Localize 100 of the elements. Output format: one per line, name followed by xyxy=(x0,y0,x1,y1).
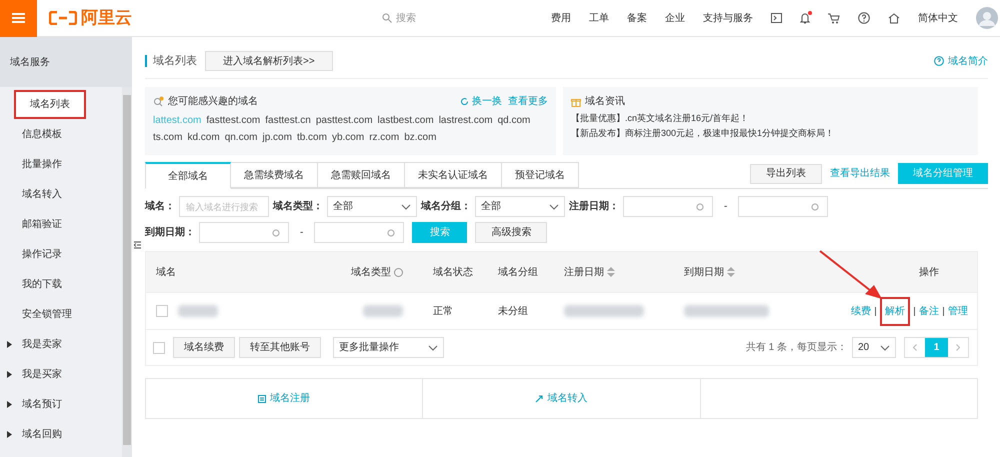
bulk-action-button[interactable]: 域名续费 xyxy=(173,337,235,358)
nav-link[interactable]: 企业 xyxy=(665,10,685,26)
domain-suggestion-link[interactable]: lastbest.com xyxy=(378,113,434,128)
resolve-list-button[interactable]: 进入域名解析列表>> xyxy=(205,51,333,71)
page-title: 域名列表 xyxy=(153,54,197,69)
column-header[interactable]: 到期日期 xyxy=(684,264,724,280)
sidebar-item[interactable]: 安全锁管理 xyxy=(22,306,72,322)
sidebar-item[interactable]: 域名列表 xyxy=(14,90,86,118)
sidebar-item[interactable]: 邮箱验证 xyxy=(22,216,62,232)
sidebar-item[interactable]: 操作记录 xyxy=(22,246,62,262)
sort-icon[interactable] xyxy=(607,267,615,277)
page-size-select[interactable]: 20 xyxy=(852,337,896,358)
home-icon[interactable] xyxy=(888,12,900,24)
chevron-left-icon xyxy=(913,344,917,351)
group-select[interactable]: 全部 xyxy=(475,196,565,217)
tab[interactable]: 急需赎回域名 xyxy=(318,162,405,188)
nav-link[interactable]: 工单 xyxy=(589,10,609,26)
domain-search-field[interactable]: 输入域名进行搜索 xyxy=(179,196,269,217)
domain-suggestion-link[interactable]: bz.com xyxy=(404,130,436,145)
logo-text: 阿里云 xyxy=(81,7,132,30)
refresh-icon xyxy=(460,97,469,106)
search-field[interactable]: 搜索 xyxy=(396,10,456,26)
bulk-action-button[interactable]: 转至其他账号 xyxy=(239,337,321,358)
row-checkbox[interactable] xyxy=(156,305,168,317)
date-field[interactable] xyxy=(314,222,404,243)
bell-icon[interactable] xyxy=(800,12,810,24)
date-field[interactable] xyxy=(199,222,289,243)
domain-suggestion-link[interactable]: jp.com xyxy=(262,130,292,145)
domain-suggestion-link[interactable]: kd.com xyxy=(187,130,220,145)
column-header: 域名分组 xyxy=(498,266,538,280)
domain-suggestion-link[interactable]: ts.com xyxy=(153,130,182,145)
terminal-icon[interactable] xyxy=(771,13,782,23)
bulk-more-select[interactable]: 更多批量操作 xyxy=(333,337,444,358)
tab[interactable]: 预登记域名 xyxy=(502,162,579,188)
domain-suggestion-link[interactable]: qn.com xyxy=(224,130,258,145)
domain-suggestion-link[interactable]: yb.com xyxy=(332,130,364,145)
advanced-search-button[interactable]: 高级搜索 xyxy=(475,222,548,243)
nav-link[interactable]: 费用 xyxy=(551,10,571,26)
sidebar-item[interactable]: 域名转入 xyxy=(22,186,62,202)
caret-right-icon xyxy=(7,370,12,378)
suggest-title: 您可能感兴趣的域名 xyxy=(168,94,258,109)
chevron-down-icon xyxy=(549,204,559,210)
sort-icon[interactable] xyxy=(727,267,735,277)
column-header[interactable]: 注册日期 xyxy=(564,264,604,280)
sidebar-item[interactable]: 信息模板 xyxy=(22,126,62,142)
tab[interactable]: 急需续费域名 xyxy=(231,162,318,188)
filter-label: 域名类型： xyxy=(273,200,323,214)
avatar[interactable] xyxy=(976,7,998,29)
date-field[interactable] xyxy=(738,196,828,217)
sidebar-item[interactable]: 我是卖家 xyxy=(22,336,62,352)
domain-suggestion-link[interactable]: fasttest.cn xyxy=(265,113,311,128)
domain-suggestion-link[interactable]: tb.com xyxy=(296,130,327,145)
register-icon xyxy=(258,394,266,402)
menu-button[interactable] xyxy=(0,0,37,36)
tab[interactable]: 未实名认证域名 xyxy=(405,162,502,188)
filter-label: 到期日期： xyxy=(145,226,195,240)
sidebar-item[interactable]: 域名回购 xyxy=(22,426,62,442)
export-button[interactable]: 导出列表 xyxy=(750,164,822,184)
link-icon xyxy=(535,394,544,402)
chevron-down-icon xyxy=(401,204,411,210)
sidebar-item[interactable]: 批量操作 xyxy=(22,156,62,172)
menu-icon xyxy=(12,13,25,23)
news-title: 域名资讯 xyxy=(585,94,625,109)
filter-label: 域名： xyxy=(145,200,175,214)
date-separator: - xyxy=(299,226,304,240)
filter-label: 域名分组： xyxy=(421,200,471,214)
domain-suggestion-link[interactable]: rz.com xyxy=(369,130,400,145)
date-separator: - xyxy=(723,200,728,214)
domain-suggestion-link[interactable]: fasttest.com xyxy=(206,113,260,128)
domain-suggestion-link[interactable]: qd.com xyxy=(498,113,530,128)
gift-icon xyxy=(571,96,581,106)
tab[interactable]: 全部域名 xyxy=(145,162,231,189)
blurred-text xyxy=(363,305,403,317)
sidebar-title: 域名服务 xyxy=(10,56,50,70)
news-item[interactable]: 【新品发布】商标注册300元起，极速申报最快1分钟提交商标局！ xyxy=(571,126,970,141)
chevron-down-icon xyxy=(428,344,438,350)
column-header: 域名 xyxy=(156,266,176,280)
search-icon xyxy=(382,13,392,23)
column-header: 域名状态 xyxy=(433,266,473,280)
filter-label: 注册日期： xyxy=(569,199,619,214)
news-item[interactable]: 【批量优惠】.cn英文域名注册16元/首年起！ xyxy=(571,111,970,126)
select-all-checkbox[interactable] xyxy=(153,342,165,354)
logo-icon xyxy=(49,11,77,25)
blurred-text xyxy=(178,305,218,317)
caret-right-icon xyxy=(7,430,12,438)
nav-link[interactable]: 备案 xyxy=(627,10,647,26)
sidebar-item[interactable]: 我的下载 xyxy=(22,276,62,292)
sidebar-item[interactable]: 我是买家 xyxy=(22,366,62,382)
annotation-arrow xyxy=(819,250,883,300)
domain-suggestion-link[interactable]: lastrest.com xyxy=(438,113,493,128)
language-selector[interactable]: 简体中文 xyxy=(918,10,958,26)
date-field[interactable] xyxy=(623,196,713,217)
type-select[interactable]: 全部 xyxy=(327,196,417,217)
domain-suggestion-link[interactable]: pasttest.com xyxy=(316,113,373,128)
chevron-right-icon xyxy=(956,344,960,351)
cart-icon[interactable] xyxy=(828,12,840,24)
sidebar-item[interactable]: 域名预订 xyxy=(22,396,62,412)
chevron-down-icon xyxy=(880,344,890,350)
pagination-summary: 共有 1 条，每页显示： xyxy=(746,340,847,355)
nav-link[interactable]: 支持与服务 xyxy=(703,10,753,26)
